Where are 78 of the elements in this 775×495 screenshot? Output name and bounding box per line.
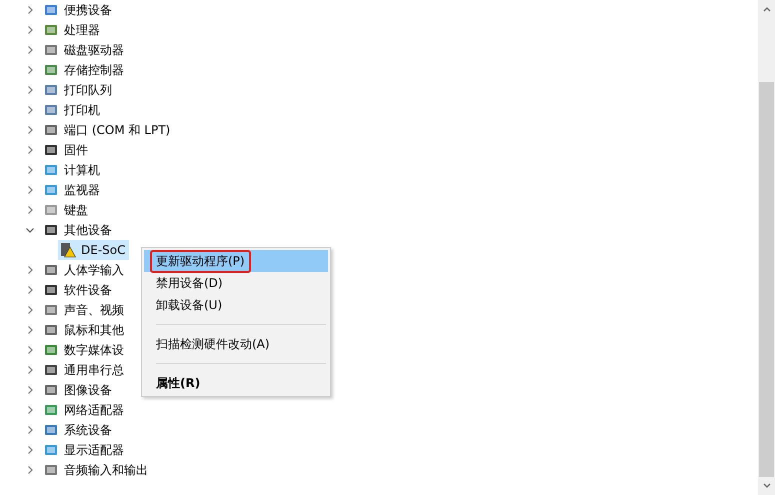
tree-item[interactable]: 其他设备 (64, 222, 112, 238)
expand-chevron-icon[interactable] (25, 85, 35, 95)
tree-item[interactable]: 系统设备 (64, 422, 112, 438)
device-icon (43, 422, 59, 438)
tree-item[interactable]: 磁盘驱动器 (64, 42, 124, 58)
device-icon (43, 442, 59, 458)
tree-item[interactable]: 通用串行总 (64, 362, 124, 378)
tree-item[interactable]: 打印机 (64, 102, 100, 118)
tree-item[interactable]: 人体学输入 (64, 262, 124, 278)
tree-item[interactable]: 端口 (COM 和 LPT) (64, 122, 170, 138)
expand-chevron-icon[interactable] (25, 125, 35, 135)
expand-chevron-icon[interactable] (25, 145, 35, 155)
expand-chevron-icon[interactable] (25, 325, 35, 335)
device-icon (43, 302, 59, 318)
expand-chevron-icon[interactable] (25, 105, 35, 115)
menu-item[interactable]: 属性(R) (144, 372, 328, 394)
device-icon (43, 142, 59, 158)
device-icon (43, 82, 59, 98)
device-icon (43, 202, 59, 218)
menu-item[interactable]: 卸载设备(U) (144, 294, 328, 316)
menu-item[interactable]: 禁用设备(D) (144, 272, 328, 294)
expand-chevron-icon[interactable] (25, 165, 35, 175)
tree-item[interactable]: 鼠标和其他 (64, 322, 124, 338)
expand-chevron-icon[interactable] (25, 25, 35, 35)
tree-item[interactable]: 打印队列 (64, 82, 112, 98)
tree-item[interactable]: 网络适配器 (64, 402, 124, 418)
device-icon (43, 182, 59, 198)
device-icon (43, 102, 59, 118)
scrollbar-thumb[interactable] (759, 82, 774, 477)
tree-item[interactable]: 音频输入和输出 (64, 462, 148, 478)
device-icon (43, 402, 59, 418)
tree-item[interactable]: 键盘 (64, 202, 88, 218)
scroll-down-icon[interactable] (762, 483, 770, 489)
device-icon (43, 462, 59, 478)
device-icon (43, 62, 59, 78)
expand-chevron-icon[interactable] (25, 205, 35, 215)
expand-chevron-icon[interactable] (25, 185, 35, 195)
tree-item[interactable]: 存储控制器 (64, 62, 124, 78)
tree-item[interactable]: 计算机 (64, 162, 100, 178)
expand-chevron-icon[interactable] (25, 385, 35, 395)
device-icon (43, 282, 59, 298)
expand-chevron-icon[interactable] (25, 305, 35, 315)
expand-chevron-icon[interactable] (25, 45, 35, 55)
device-icon (43, 342, 59, 358)
tree-item[interactable]: 数字媒体设 (64, 342, 124, 358)
expand-chevron-icon[interactable] (25, 5, 35, 15)
device-icon (43, 222, 59, 238)
device-icon (43, 362, 59, 378)
menu-item[interactable]: 扫描检测硬件改动(A) (144, 333, 328, 355)
device-icon (43, 162, 59, 178)
device-icon (43, 122, 59, 138)
expand-chevron-icon[interactable] (25, 425, 35, 435)
tree-item[interactable]: 软件设备 (64, 282, 112, 298)
menu-item[interactable]: 更新驱动程序(P) (144, 250, 328, 272)
expand-chevron-icon[interactable] (25, 225, 35, 235)
expand-chevron-icon[interactable] (25, 405, 35, 415)
device-icon (43, 322, 59, 338)
device-icon (43, 22, 59, 38)
device-icon (43, 42, 59, 58)
expand-chevron-icon[interactable] (25, 285, 35, 295)
expand-chevron-icon[interactable] (25, 445, 35, 455)
tree-item[interactable]: 监视器 (64, 182, 100, 198)
device-icon (43, 382, 59, 398)
expand-chevron-icon[interactable] (25, 345, 35, 355)
expand-chevron-icon[interactable] (25, 365, 35, 375)
tree-item[interactable]: 声音、视频 (64, 302, 124, 318)
expand-chevron-icon[interactable] (25, 65, 35, 75)
device-icon (43, 262, 59, 278)
scroll-up-icon[interactable] (762, 6, 770, 12)
tree-item[interactable]: 便携设备 (64, 2, 112, 18)
tree-item[interactable]: DE-SoC (58, 240, 128, 260)
scrollbar[interactable] (758, 0, 775, 495)
expand-chevron-icon[interactable] (25, 465, 35, 475)
tree-item[interactable]: 处理器 (64, 22, 100, 38)
tree-item[interactable]: 显示适配器 (64, 442, 124, 458)
tree-item[interactable]: 图像设备 (64, 382, 112, 398)
tree-item[interactable]: 固件 (64, 142, 88, 158)
expand-chevron-icon[interactable] (25, 265, 35, 275)
